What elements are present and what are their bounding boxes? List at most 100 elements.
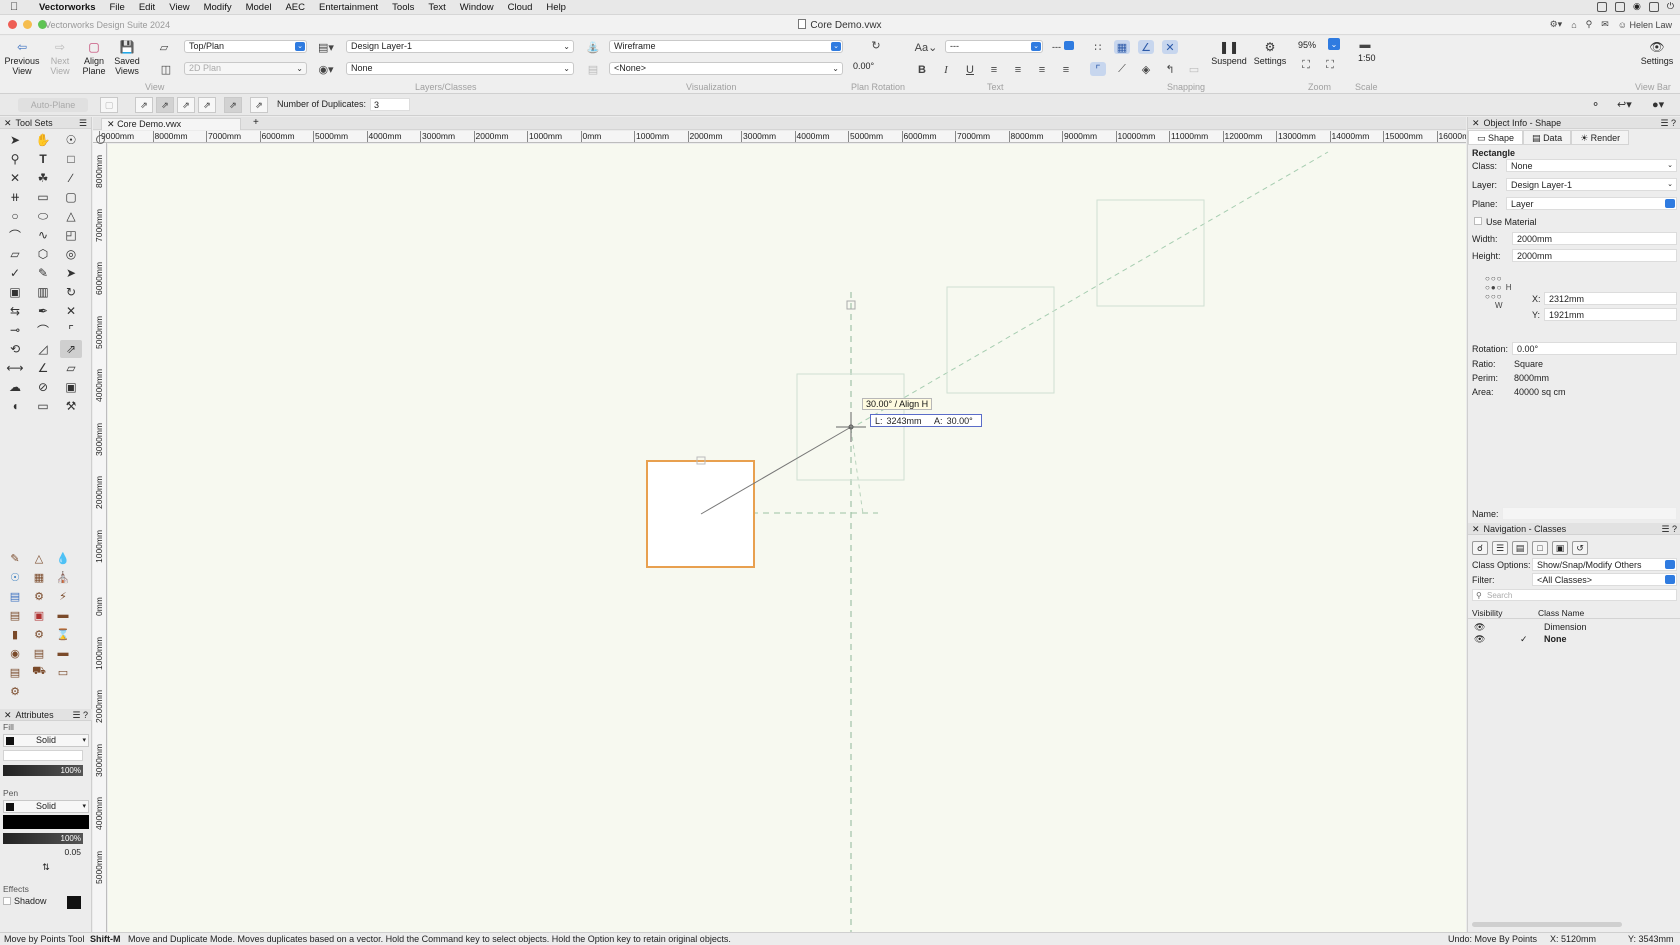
apple-icon[interactable]:  (10, 1, 24, 13)
x-field[interactable]: 2312mm (1544, 292, 1677, 305)
camera-toolset-icon[interactable]: ◉ (4, 644, 26, 662)
align-right-icon[interactable]: ≡ (1034, 63, 1050, 77)
circle-tool-icon[interactable]: ○ (4, 207, 26, 225)
mail-icon[interactable]: ✉ (1601, 19, 1609, 30)
visibility-tool-icon[interactable]: ➤ (60, 264, 82, 282)
selected-rectangle[interactable] (646, 460, 755, 568)
locus-tool-icon[interactable]: ✕ (4, 169, 26, 187)
zoom-tool-icon[interactable]: ⚲ (4, 150, 26, 168)
zoom-dropdown-icon[interactable]: ⌄ (1328, 38, 1340, 50)
fit-walls-tool-icon[interactable]: ◿ (32, 340, 54, 358)
reshape-tool-icon[interactable]: ▥ (32, 283, 54, 301)
snap-angle-icon[interactable]: ∠ (1138, 40, 1154, 54)
rigging-toolset-icon[interactable]: ▮ (4, 625, 26, 643)
document-tab[interactable]: ✕ Core Demo.vwx (101, 118, 241, 130)
eye-icon[interactable]: 👁 (1474, 634, 1485, 645)
text-style-icon[interactable]: Aa⌄ (915, 40, 938, 54)
view-icon[interactable]: ▱ (156, 40, 172, 54)
landscape-toolset-icon[interactable]: ▣ (28, 606, 50, 624)
audio-toolset-icon[interactable]: ⌛ (52, 625, 74, 643)
gear-icon[interactable]: ⚙▾ (1550, 19, 1563, 30)
menu-model[interactable]: Model (239, 2, 279, 13)
basic-toolset-icon[interactable]: ✎ (4, 549, 26, 567)
close-icon[interactable]: ✕ (1472, 118, 1480, 128)
plane-icon[interactable]: ◫ (158, 62, 174, 76)
power-icon[interactable]: ⏻ (1667, 1, 1674, 12)
plane-select[interactable]: Layer (1506, 197, 1677, 210)
snap-edge-icon[interactable]: ↰ (1162, 62, 1178, 76)
ruler-toolset-icon[interactable]: ▬ (52, 644, 74, 662)
viewport-tool-icon[interactable]: ▣ (60, 378, 82, 396)
freehand-tool-icon[interactable]: ∿ (32, 226, 54, 244)
view-bar-settings-button[interactable]: 👁 Settings (1637, 40, 1677, 66)
fit-to-objects-icon[interactable]: ⛶ (1298, 58, 1314, 72)
plan-rotation-icon[interactable]: ↻ (868, 38, 884, 52)
truss-toolset-icon[interactable]: ▬ (52, 606, 74, 624)
shadow-checkbox[interactable] (3, 897, 11, 905)
tab-shape[interactable]: ▭ Shape (1468, 130, 1524, 145)
line-marker-icon[interactable]: ⇅ (42, 862, 50, 872)
zoom-value[interactable]: 95% (1298, 40, 1316, 50)
tab-render[interactable]: ☀ Render (1571, 130, 1630, 145)
pan-tool-icon[interactable]: ✋ (32, 131, 54, 149)
menu-help-icons[interactable]: ☰ ? (1660, 117, 1676, 129)
menu-edit[interactable]: Edit (132, 2, 162, 13)
spotlight-toolset-icon[interactable]: ⚡ (52, 587, 74, 605)
symbol-tool-icon[interactable]: ☘ (32, 169, 54, 187)
building-toolset-icon[interactable]: ⛪ (52, 568, 74, 586)
menu-file[interactable]: File (103, 2, 132, 13)
snap-tangent-icon[interactable]: ⟋ (1114, 62, 1130, 76)
angle-value[interactable]: 30.00° (947, 416, 973, 426)
duplicates-input[interactable]: 3 (370, 98, 410, 111)
class-options-select[interactable]: Show/Snap/Modify Others (1532, 558, 1677, 571)
filter-select[interactable]: <All Classes> (1532, 573, 1677, 586)
width-field[interactable]: 2000mm (1512, 232, 1677, 245)
snap-settings-button[interactable]: ⚙ Settings (1250, 40, 1290, 66)
class-row-none[interactable]: 👁 ✓ None (1468, 634, 1680, 646)
line-tool-icon[interactable]: ∕ (60, 169, 82, 187)
rounded-rectangle-tool-icon[interactable]: ▢ (60, 188, 82, 206)
drawing-canvas[interactable]: 30.00° / Align H L: 3243mm A: 30.00° (108, 144, 1466, 932)
move-mode-button[interactable]: ⇗ (135, 97, 153, 113)
stage-toolset-icon[interactable]: ▤ (4, 663, 26, 681)
scale-value[interactable]: 1:50 (1358, 53, 1376, 63)
suspend-snapping-button[interactable]: ❚❚ Suspend (1209, 40, 1249, 66)
record-icon[interactable]: ◉ (1633, 1, 1641, 12)
col-visibility[interactable]: Visibility (1472, 608, 1503, 618)
italic-icon[interactable]: I (938, 63, 954, 77)
tab-data[interactable]: ▤ Data (1523, 130, 1572, 145)
menu-help-icons[interactable]: ☰ ? (1661, 523, 1677, 535)
nav-saved-views-icon[interactable]: ▣ (1552, 541, 1568, 555)
sheet-border-tool-icon[interactable]: ▭ (32, 397, 54, 415)
class-select[interactable]: None ⌄ (346, 62, 574, 75)
screen-icon[interactable] (1597, 1, 1608, 12)
classes-icon[interactable]: ◉▾ (318, 62, 334, 76)
move-duplicate-mode-button[interactable]: ⇗ (156, 97, 174, 113)
align-center-icon[interactable]: ≡ (1010, 63, 1026, 77)
snap-distance-icon[interactable]: ⌜ (1090, 62, 1106, 76)
move-by-points-tool-icon[interactable]: ⇗ (60, 340, 82, 358)
flyover-tool-icon[interactable]: ☉ (60, 131, 82, 149)
pen-opacity-slider[interactable]: 100% (3, 833, 83, 844)
revision-cloud-tool-icon[interactable]: ☁ (4, 378, 26, 396)
drape-tool-icon[interactable]: ▱ (60, 359, 82, 377)
split-tool-icon[interactable]: ✒ (32, 302, 54, 320)
fillet-tool-icon[interactable]: ⌒ (32, 321, 54, 339)
mirror-tool-icon[interactable]: ⇆ (4, 302, 26, 320)
rotation-field[interactable]: 0.00° (1512, 342, 1677, 355)
snap-points-icon[interactable]: ▦ (1114, 40, 1130, 54)
rectangle-tool-icon[interactable]: ▭ (32, 188, 54, 206)
view-angle-icon[interactable]: ↩▾ (1617, 98, 1632, 111)
saved-views-button[interactable]: 💾 Saved Views (109, 40, 145, 76)
panel-scrollbar[interactable] (1472, 922, 1622, 927)
render-icon[interactable]: ⛲ (585, 40, 601, 54)
attribute-mapping-tool-icon[interactable]: ✎ (32, 264, 54, 282)
menu-app[interactable]: Vectorworks (32, 2, 103, 13)
oval-tool-icon[interactable]: ⬭ (32, 207, 54, 225)
menu-modify[interactable]: Modify (197, 2, 239, 13)
polyline-tool-icon[interactable]: ◰ (60, 226, 82, 244)
polygon-tool-icon[interactable]: ▱ (4, 245, 26, 263)
reference-point-grid[interactable]: ○○○ ○●○ H ○○○ W (1485, 274, 1513, 310)
bold-icon[interactable]: B (914, 63, 930, 77)
menu-help[interactable]: Help (539, 2, 573, 13)
